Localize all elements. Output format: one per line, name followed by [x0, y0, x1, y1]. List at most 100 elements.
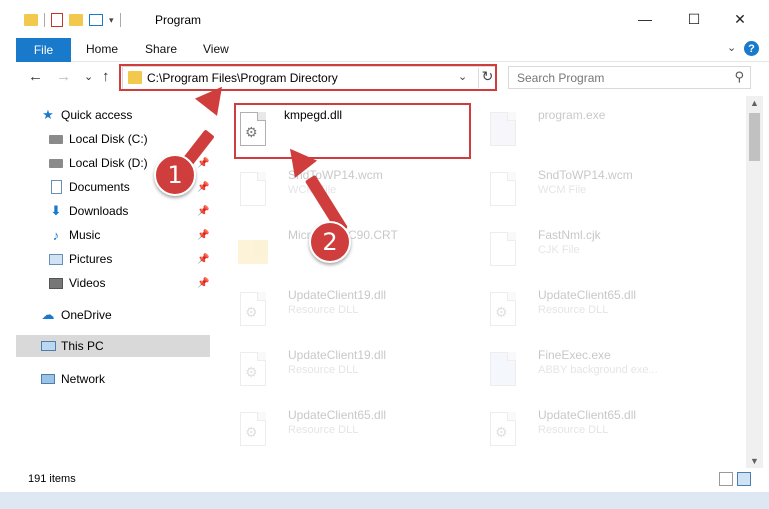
ribbon-tabs: File Home Share View ⌄ ? — [0, 38, 769, 62]
close-button[interactable]: ✕ — [725, 8, 755, 30]
tab-view[interactable]: View — [203, 42, 229, 56]
file-item[interactable]: SndToWP14.wcm WCM File — [486, 166, 726, 226]
sidebar-item-onedrive[interactable]: ☁ OneDrive — [16, 304, 210, 326]
music-icon: ♪ — [52, 227, 60, 243]
pin-icon: 📌 — [197, 181, 210, 193]
computer-icon — [40, 338, 56, 354]
scroll-down-icon[interactable]: ▼ — [750, 456, 759, 466]
drive-icon — [48, 131, 64, 147]
sidebar-item-label: Downloads — [69, 204, 129, 218]
dll-file-icon: ⚙ — [486, 290, 518, 330]
file-icon — [486, 230, 518, 270]
sidebar-item-label: Videos — [69, 276, 106, 290]
pin-icon: 📌 — [197, 157, 210, 169]
left-frame — [0, 38, 16, 492]
file-name: UpdateClient65.dll — [538, 408, 637, 422]
minimize-button[interactable]: — — [630, 8, 660, 30]
star-icon: ★ — [42, 107, 54, 122]
separator — [119, 13, 121, 27]
chevron-down-icon[interactable]: ▾ — [109, 15, 114, 26]
tab-file[interactable]: File — [16, 38, 71, 62]
tab-share[interactable]: Share — [145, 42, 177, 56]
file-name: UpdateClient65.dll — [538, 288, 637, 302]
sidebar-item-downloads[interactable]: ⬇ Downloads 📌 — [16, 200, 210, 222]
file-item[interactable]: Microsoft.VC90.CRT — [236, 226, 476, 286]
file-icon — [236, 170, 268, 210]
file-icon — [486, 170, 518, 210]
dll-file-icon: ⚙ — [236, 410, 268, 450]
file-type: CJK File — [538, 244, 580, 256]
sidebar-item-local-disk-c[interactable]: Local Disk (C:) 📌 — [16, 128, 210, 150]
sidebar-item-music[interactable]: ♪ Music 📌 — [16, 224, 210, 246]
sidebar-item-quick-access[interactable]: ★ Quick access — [16, 104, 210, 126]
dll-file-icon: ⚙ — [236, 350, 268, 390]
file-item[interactable]: ⚙ UpdateClient65.dll Resource DLL — [486, 286, 726, 346]
expand-ribbon-icon[interactable]: ⌄ — [727, 41, 736, 54]
sidebar-item-label: This PC — [61, 339, 104, 353]
videos-icon — [48, 275, 64, 291]
documents-icon — [48, 179, 64, 195]
file-item[interactable]: ⚙ UpdateClient19.dll Resource DLL — [236, 286, 476, 346]
file-type: Resource DLL — [538, 424, 609, 436]
file-item[interactable]: ⚙ UpdateClient65.dll Resource DLL — [486, 406, 726, 466]
sidebar-item-videos[interactable]: Videos 📌 — [16, 272, 210, 294]
file-type: Resource DLL — [288, 364, 359, 376]
file-item[interactable]: ⚙ UpdateClient65.dll Resource DLL — [236, 406, 476, 466]
exe-file-icon — [486, 350, 518, 390]
properties-icon[interactable] — [51, 13, 63, 27]
address-highlight-box — [119, 64, 497, 91]
file-name: UpdateClient19.dll — [288, 288, 387, 302]
large-icons-view-icon[interactable] — [737, 472, 751, 486]
file-name: UpdateClient19.dll — [288, 348, 387, 362]
pin-icon: 📌 — [197, 277, 210, 289]
file-item[interactable]: ⚙ UpdateClient19.dll Resource DLL — [236, 346, 476, 406]
back-button[interactable]: ← — [28, 68, 43, 85]
up-button[interactable]: ↑ — [102, 68, 110, 85]
help-icon[interactable]: ? — [744, 41, 759, 56]
network-icon — [40, 371, 56, 387]
dll-file-icon: ⚙ — [486, 410, 518, 450]
step-2-badge: 2 — [309, 221, 351, 263]
sidebar-item-label: OneDrive — [61, 308, 112, 322]
file-item[interactable]: SndToWP14.wcm WCM File — [236, 166, 476, 226]
sidebar-item-label: Network — [61, 372, 106, 386]
file-item[interactable]: program.exe — [486, 106, 726, 166]
vertical-scrollbar[interactable]: ▲ ▼ — [746, 96, 763, 468]
sidebar-item-label: Pictures — [69, 252, 113, 266]
new-folder-icon[interactable] — [69, 14, 83, 26]
forward-button[interactable]: → — [56, 68, 71, 85]
file-name: SndToWP14.wcm — [538, 168, 633, 182]
folder-icon[interactable] — [24, 14, 38, 26]
downloads-icon: ⬇ — [50, 203, 62, 218]
scroll-thumb[interactable] — [749, 113, 760, 161]
sidebar-item-network[interactable]: Network — [16, 368, 210, 390]
file-type: Resource DLL — [538, 304, 609, 316]
scroll-up-icon[interactable]: ▲ — [750, 98, 759, 108]
file-name: FineExec.exe — [538, 348, 611, 362]
tab-home[interactable]: Home — [86, 42, 118, 56]
sidebar-item-this-pc[interactable]: This PC — [16, 335, 210, 357]
dll-file-icon: ⚙ — [236, 290, 268, 330]
cloud-icon: ☁ — [41, 307, 55, 322]
sidebar-item-pictures[interactable]: Pictures 📌 — [16, 248, 210, 270]
search-box[interactable]: Search Program ⚲ — [508, 66, 751, 89]
details-view-icon[interactable] — [719, 472, 733, 486]
window-title: Program — [155, 13, 202, 27]
file-item[interactable]: FastNml.cjk CJK File — [486, 226, 726, 286]
search-input[interactable]: Search Program — [517, 71, 604, 85]
file-item[interactable]: FineExec.exe ABBY background exe... — [486, 346, 726, 406]
recent-locations-button[interactable]: ⌄ — [84, 70, 93, 83]
sidebar-item-label: Local Disk (D:) — [69, 156, 148, 170]
pin-icon: 📌 — [197, 205, 210, 217]
maximize-button[interactable]: ☐ — [679, 8, 709, 30]
file-name: FastNml.cjk — [538, 228, 601, 242]
customize-icon[interactable] — [89, 14, 103, 26]
navigation-pane: ★ Quick access Local Disk (C:) 📌 Local D… — [16, 96, 210, 468]
pin-icon: 📌 — [197, 253, 210, 265]
file-name: program.exe — [538, 108, 606, 122]
separator — [44, 13, 45, 27]
sidebar-item-label: Music — [69, 228, 101, 242]
search-icon[interactable]: ⚲ — [734, 69, 744, 85]
exe-file-icon — [486, 110, 518, 150]
status-bar: 191 items — [16, 470, 763, 490]
